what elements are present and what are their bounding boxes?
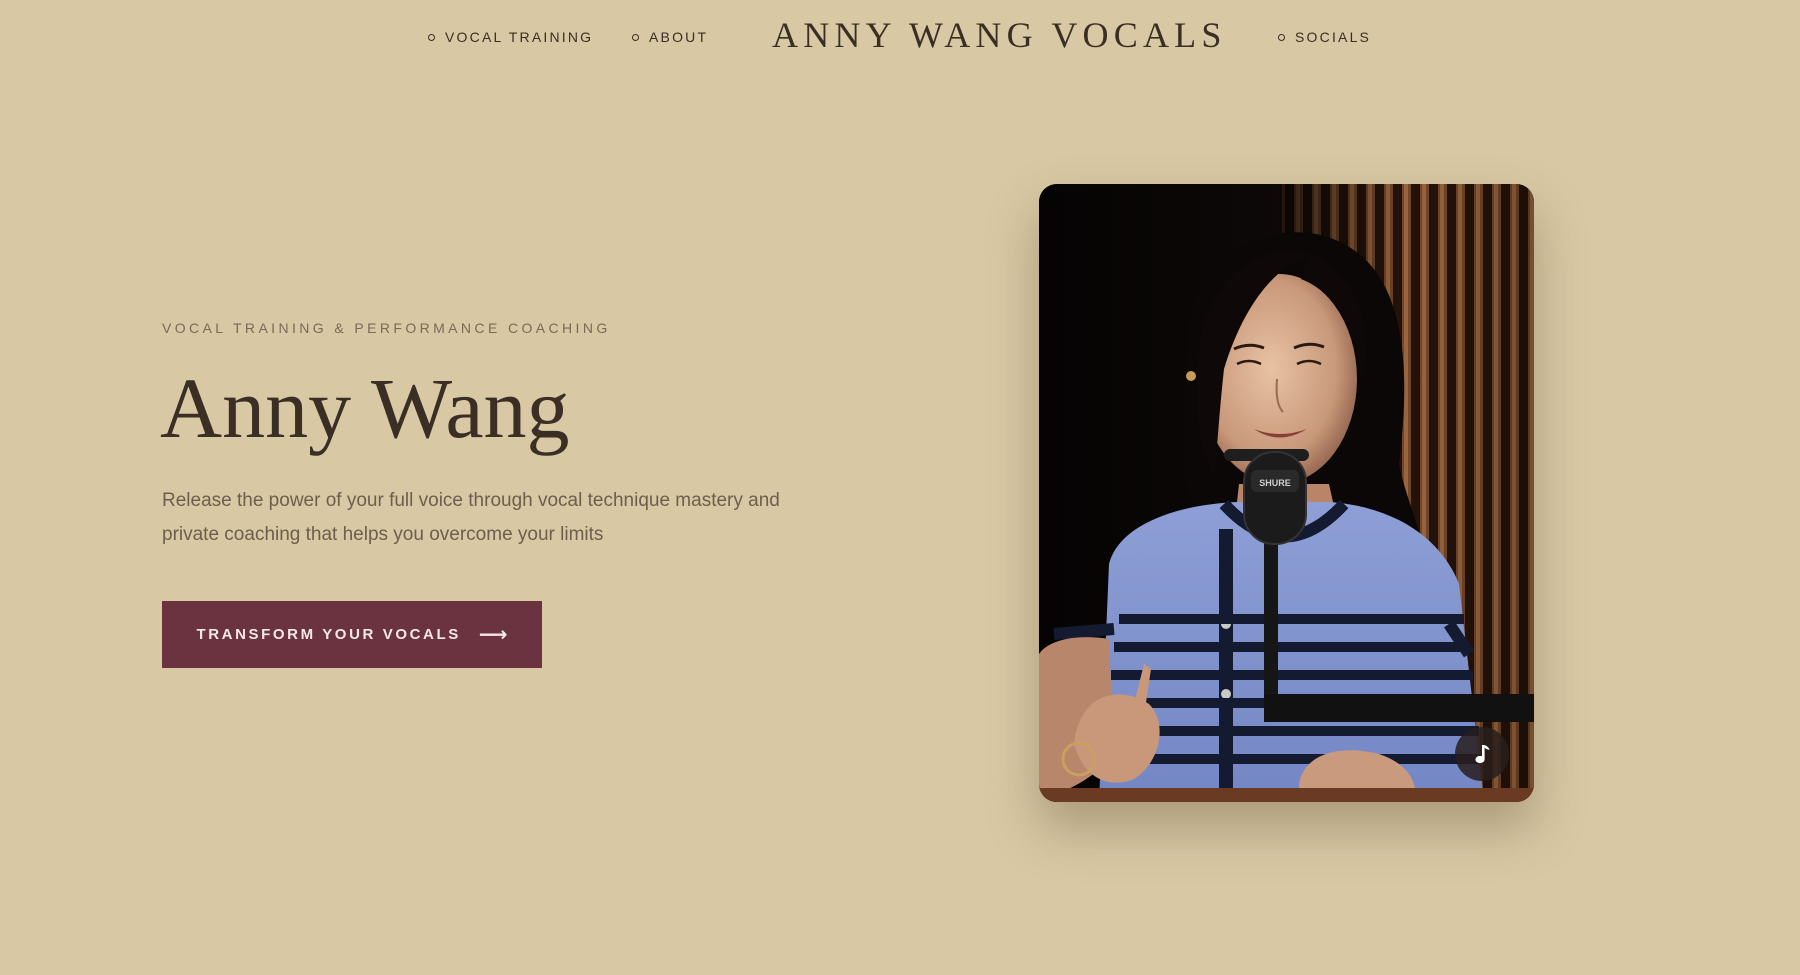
hero-title: Anny Wang xyxy=(160,360,570,456)
music-toggle-button[interactable] xyxy=(1455,727,1509,781)
nav-bullet-icon xyxy=(428,33,435,41)
cta-label: TRANSFORM YOUR VOCALS xyxy=(196,626,461,643)
hero-photo-card: SHURE xyxy=(1039,184,1534,802)
nav-about-label: ABOUT xyxy=(649,29,709,45)
brand-logo-text[interactable]: ANNY WANG VOCALS xyxy=(772,14,1227,56)
svg-text:SHURE: SHURE xyxy=(1259,478,1291,488)
nav-vocal-training-label: VOCAL TRAINING xyxy=(445,29,594,45)
nav-vocal-training[interactable]: VOCAL TRAINING xyxy=(428,29,593,45)
nav-about[interactable]: ABOUT xyxy=(632,29,708,45)
music-note-icon xyxy=(1475,745,1490,764)
transform-your-vocals-button[interactable]: TRANSFORM YOUR VOCALS ⟶ xyxy=(162,601,542,668)
hero-eyebrow: VOCAL TRAINING & PERFORMANCE COACHING xyxy=(162,320,611,336)
nav-bullet-icon xyxy=(632,33,639,41)
arrow-right-icon: ⟶ xyxy=(478,623,508,646)
hero-description: Release the power of your full voice thr… xyxy=(162,490,780,545)
nav-bullet-icon xyxy=(1278,33,1285,41)
singer-portrait-image: SHURE xyxy=(1039,184,1534,802)
nav-socials[interactable]: SOCIALS xyxy=(1278,29,1371,45)
top-navigation: VOCAL TRAINING ABOUT ANNY WANG VOCALS SO… xyxy=(0,0,1800,76)
nav-socials-label: SOCIALS xyxy=(1295,29,1372,45)
